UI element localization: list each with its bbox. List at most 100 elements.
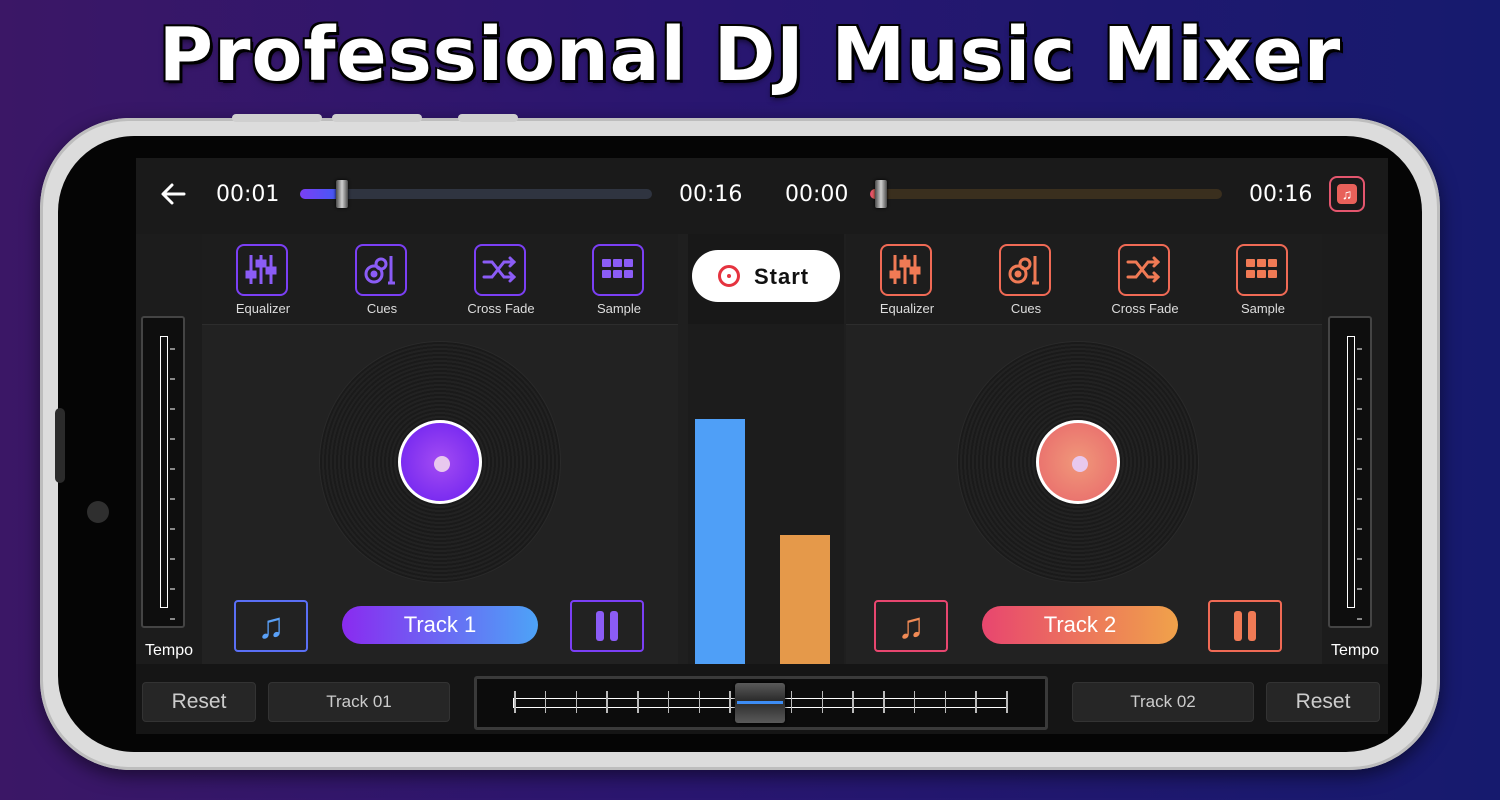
start-record-button[interactable]: Start — [692, 250, 840, 302]
crossfader[interactable] — [474, 676, 1048, 730]
equalizer-sliders-icon — [236, 244, 288, 296]
headline: Professional DJ Music Mixer — [158, 12, 1342, 98]
pause-icon — [1234, 611, 1256, 641]
tempo-tick — [170, 618, 175, 620]
deck2-sample-label: Sample — [1240, 301, 1286, 316]
deck2-seek-bar[interactable] — [870, 180, 1222, 208]
crossfader-tick — [667, 691, 670, 713]
tempo-tick — [1357, 618, 1362, 620]
deck2: Equalizer Cues Cross Fade Sample ♫ Track… — [846, 234, 1322, 664]
shuffle-icon — [1118, 244, 1170, 296]
arrow-left-icon — [161, 183, 186, 205]
deck2-equalizer-button[interactable]: Equalizer — [862, 242, 952, 322]
deck2-tempo-rail — [1347, 336, 1355, 608]
tempo-tick — [170, 438, 175, 440]
deck2-total-time: 00:16 — [1249, 182, 1313, 207]
tempo-tick — [170, 528, 175, 530]
deck2-spindle — [1072, 456, 1088, 472]
deck2-level-meter — [780, 534, 830, 664]
deck2-tempo-label: Tempo — [1330, 642, 1380, 659]
crossfader-tick — [575, 691, 577, 713]
deck1-cues-label: Cues — [366, 301, 398, 316]
sample-grid-icon — [1236, 244, 1288, 296]
deck2-crossfade-label: Cross Fade — [1111, 301, 1179, 316]
tempo-tick — [1357, 468, 1362, 470]
deck2-turntable[interactable] — [958, 342, 1198, 582]
tempo-tick — [1357, 408, 1362, 410]
equalizer-sliders-icon — [880, 244, 932, 296]
deck1-crossfade-button[interactable]: Cross Fade — [456, 242, 546, 322]
deck2-pause-button[interactable] — [1208, 600, 1282, 652]
deck1-record-label — [398, 420, 482, 504]
deck2-cues-button[interactable]: Cues — [981, 242, 1071, 322]
deck1-equalizer-button[interactable]: Equalizer — [218, 242, 308, 322]
deck1-cues-button[interactable]: Cues — [337, 242, 427, 322]
deck1-pause-button[interactable] — [570, 600, 644, 652]
crossfader-tick — [637, 691, 639, 713]
dj-app-screen: 00:01 00:16 00:00 00:16 ♫ Tempo Equalize… — [136, 158, 1388, 734]
crossfader-tick — [698, 691, 700, 713]
deck2-tempo-column: Tempo — [1322, 234, 1388, 664]
deck2-effects-row: Equalizer Cues Cross Fade Sample — [846, 234, 1322, 325]
crossfader-tick — [944, 691, 946, 713]
deck1-tempo-column: Tempo — [136, 234, 202, 664]
deck1-seek-bar[interactable] — [300, 180, 652, 208]
top-bar: 00:01 00:16 00:00 00:16 ♫ — [136, 158, 1388, 234]
deck2-track-name: Track 02 — [1072, 682, 1254, 722]
shuffle-icon — [474, 244, 526, 296]
tempo-tick — [170, 558, 175, 560]
deck2-record-label — [1036, 420, 1120, 504]
tempo-tick — [170, 498, 175, 500]
deck1-equalizer-label: Equalizer — [235, 301, 291, 316]
phone-camera — [87, 501, 109, 523]
deck2-reset-button[interactable]: Reset — [1266, 682, 1380, 722]
deck2-load-track-button[interactable]: ♫ — [874, 600, 948, 652]
crossfader-tick — [821, 691, 823, 713]
deck2-tempo-slider[interactable] — [1328, 316, 1372, 628]
deck1-tempo-rail — [160, 336, 168, 608]
crossfader-tick — [514, 691, 516, 713]
phone-volume-button — [232, 114, 322, 122]
deck2-seek-thumb[interactable] — [874, 180, 887, 208]
pause-icon — [596, 611, 618, 641]
cues-icon — [999, 244, 1051, 296]
deck1-tempo-slider[interactable] — [141, 316, 185, 628]
deck1-tempo-label: Tempo — [144, 642, 194, 659]
deck1-reset-button[interactable]: Reset — [142, 682, 256, 722]
deck1-spindle — [434, 456, 450, 472]
deck1-turntable[interactable] — [320, 342, 560, 582]
tempo-tick — [1357, 348, 1362, 350]
deck1-track-name: Track 01 — [268, 682, 450, 722]
deck1-seek-thumb[interactable] — [336, 180, 349, 208]
music-library-button[interactable]: ♫ — [1329, 176, 1365, 212]
deck1-track-label[interactable]: Track 1 — [342, 606, 538, 644]
record-icon — [718, 265, 740, 287]
deck1-current-time: 00:01 — [216, 182, 280, 207]
crossfader-tick — [913, 691, 916, 713]
deck2-track-label[interactable]: Track 2 — [982, 606, 1178, 644]
music-note-icon: ♫ — [1337, 184, 1357, 204]
deck1-sample-label: Sample — [596, 301, 642, 316]
deck1: Equalizer Cues Cross Fade Sample ♫ Track… — [202, 234, 678, 664]
deck1-crossfade-label: Cross Fade — [467, 301, 535, 316]
deck2-crossfade-button[interactable]: Cross Fade — [1100, 242, 1190, 322]
tempo-tick — [170, 468, 175, 470]
back-button[interactable] — [158, 174, 194, 214]
deck1-load-track-button[interactable]: ♫ — [234, 600, 308, 652]
crossfader-knob[interactable] — [735, 683, 785, 723]
music-note-icon: ♫ — [257, 605, 285, 646]
deck2-sample-button[interactable]: Sample — [1218, 242, 1308, 322]
deck1-sample-button[interactable]: Sample — [574, 242, 664, 322]
bottom-bar: Reset Track 01 Track 02 Reset — [136, 664, 1388, 734]
tempo-tick — [1357, 438, 1362, 440]
crossfader-tick — [606, 691, 608, 713]
deck2-equalizer-label: Equalizer — [879, 301, 935, 316]
deck1-total-time: 00:16 — [679, 182, 743, 207]
tempo-tick — [170, 378, 175, 380]
phone-side-key — [55, 408, 65, 483]
cues-icon — [355, 244, 407, 296]
crossfader-tick — [544, 691, 547, 713]
music-note-icon: ♫ — [897, 605, 925, 646]
tempo-tick — [1357, 558, 1362, 560]
start-label: Start — [754, 264, 810, 289]
